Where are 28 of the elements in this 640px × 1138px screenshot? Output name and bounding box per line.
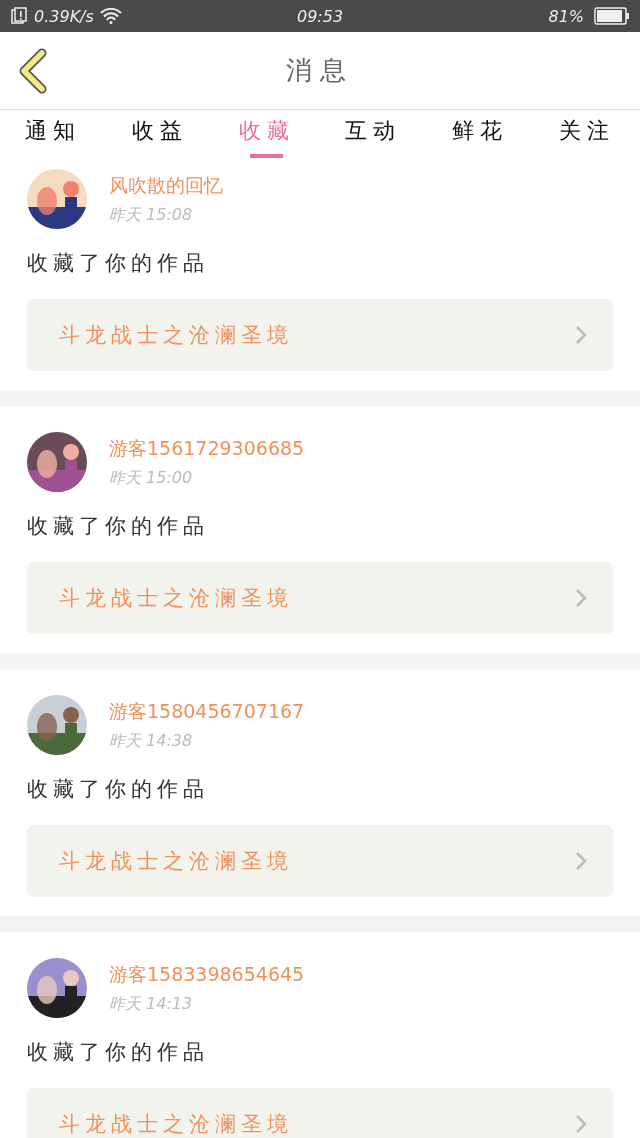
- message-time: 昨天 14:13: [109, 993, 194, 1015]
- tab[interactable]: 关注: [533, 110, 640, 164]
- user-name: 游客1580456707167: [109, 698, 305, 724]
- chevron-right-icon: [575, 851, 587, 871]
- message-text: 收藏了你的作品: [27, 1039, 210, 1066]
- tab[interactable]: 通知: [0, 110, 107, 164]
- notification-icon: [10, 7, 28, 25]
- battery-percent: 81%: [548, 6, 584, 26]
- message-time: 昨天 15:00: [109, 467, 194, 489]
- user-name: 风吹散的回忆: [109, 172, 223, 198]
- tab[interactable]: 互动: [320, 110, 427, 164]
- chevron-right-icon: [575, 325, 587, 345]
- tab[interactable]: 鲜花: [426, 110, 534, 164]
- user-name: 游客1583398654645: [109, 961, 305, 987]
- message-text: 收藏了你的作品: [27, 513, 210, 540]
- tab[interactable]: 收益: [106, 110, 214, 164]
- clock: 09:53: [296, 6, 344, 26]
- user-name: 游客1561729306685: [109, 435, 305, 461]
- wifi-icon: [99, 8, 122, 24]
- network-speed: 0.39K/s: [34, 6, 94, 26]
- page-title: 消息: [286, 54, 354, 87]
- message-time: 昨天 14:38: [109, 730, 194, 752]
- chevron-right-icon: [575, 588, 587, 608]
- message-time: 昨天 15:08: [109, 204, 194, 226]
- message-text: 收藏了你的作品: [27, 250, 210, 277]
- battery-icon: [594, 7, 630, 25]
- chevron-right-icon: [575, 1114, 587, 1134]
- message-text: 收藏了你的作品: [27, 776, 210, 803]
